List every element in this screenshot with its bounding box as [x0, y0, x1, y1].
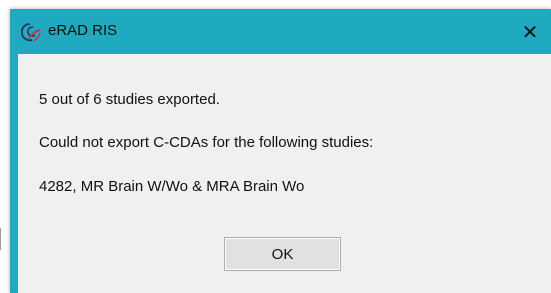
export-summary-text: 5 out of 6 studies exported. [39, 91, 220, 108]
ok-button[interactable]: OK [224, 237, 341, 271]
failed-study-text: 4282, MR Brain W/Wo & MRA Brain Wo [39, 178, 305, 195]
dialog-title: eRAD RIS [48, 22, 118, 39]
background-window-text [150, 0, 300, 5]
erad-logo-icon [20, 23, 41, 42]
dialog-body: 5 out of 6 studies exported. Could not e… [18, 54, 551, 293]
message-dialog: eRAD RIS ✕ 5 out of 6 studies exported. … [10, 9, 551, 293]
title-bar[interactable]: eRAD RIS ✕ [10, 9, 551, 54]
background-window-edge [0, 228, 7, 250]
export-error-text: Could not export C-CDAs for the followin… [39, 134, 374, 151]
close-button[interactable]: ✕ [517, 19, 543, 45]
close-icon[interactable]: ✕ [522, 20, 539, 45]
